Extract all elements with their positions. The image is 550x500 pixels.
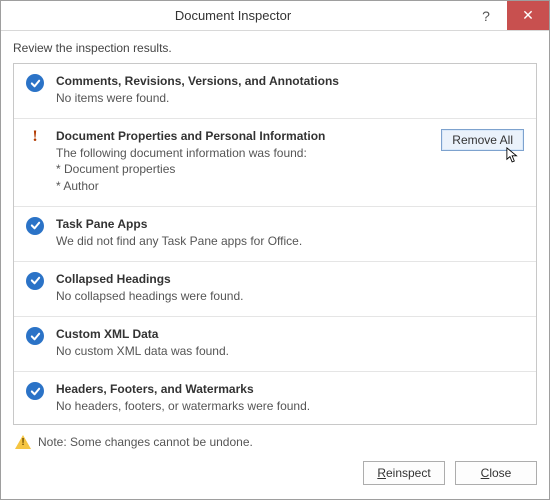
result-section: Task Pane Apps We did not find any Task … xyxy=(14,207,536,262)
checkmark-icon xyxy=(26,272,44,290)
close-icon: ✕ xyxy=(522,7,534,24)
dialog-body: Review the inspection results. Comments,… xyxy=(1,31,549,461)
checkmark-icon xyxy=(26,382,44,400)
dialog-window: Document Inspector ? ✕ Review the inspec… xyxy=(0,0,550,500)
section-title: Headers, Footers, and Watermarks xyxy=(56,382,524,396)
help-icon: ? xyxy=(482,8,490,24)
section-body: We did not find any Task Pane apps for O… xyxy=(56,233,524,249)
status-icon-col xyxy=(26,382,46,414)
result-section: Custom XML Data No custom XML data was f… xyxy=(14,317,536,372)
section-title: Document Properties and Personal Informa… xyxy=(56,129,431,143)
results-scroll-area[interactable]: Comments, Revisions, Versions, and Annot… xyxy=(13,63,537,425)
dialog-buttons: Reinspect Close xyxy=(1,461,549,499)
close-button[interactable]: Close xyxy=(455,461,537,485)
result-section: Comments, Revisions, Versions, and Annot… xyxy=(14,64,536,119)
section-body: No headers, footers, or watermarks were … xyxy=(56,398,524,414)
section-text: Custom XML Data No custom XML data was f… xyxy=(56,327,524,359)
status-icon-col xyxy=(26,217,46,249)
reinspect-button[interactable]: Reinspect xyxy=(363,461,445,485)
close-label: lose xyxy=(489,466,511,480)
status-icon-col: ! xyxy=(26,129,46,194)
warning-triangle-icon: ! xyxy=(15,435,31,449)
footer-note-text: Note: Some changes cannot be undone. xyxy=(38,435,253,449)
section-text: Task Pane Apps We did not find any Task … xyxy=(56,217,524,249)
checkmark-icon xyxy=(26,327,44,345)
section-title: Comments, Revisions, Versions, and Annot… xyxy=(56,74,524,88)
status-icon-col xyxy=(26,327,46,359)
titlebar: Document Inspector ? ✕ xyxy=(1,1,549,31)
result-section: Headers, Footers, and Watermarks No head… xyxy=(14,372,536,425)
checkmark-icon xyxy=(26,74,44,92)
remove-all-button[interactable]: Remove All xyxy=(441,129,524,151)
section-body: The following document information was f… xyxy=(56,145,431,194)
section-text: Collapsed Headings No collapsed headings… xyxy=(56,272,524,304)
section-title: Task Pane Apps xyxy=(56,217,524,231)
section-title: Custom XML Data xyxy=(56,327,524,341)
result-section: Collapsed Headings No collapsed headings… xyxy=(14,262,536,317)
reinspect-label: einspect xyxy=(386,466,431,480)
footer-note: ! Note: Some changes cannot be undone. xyxy=(13,425,537,461)
intro-text: Review the inspection results. xyxy=(13,41,537,55)
section-text: Headers, Footers, and Watermarks No head… xyxy=(56,382,524,414)
warning-icon: ! xyxy=(26,129,44,145)
window-close-button[interactable]: ✕ xyxy=(507,1,549,30)
section-body: No custom XML data was found. xyxy=(56,343,524,359)
checkmark-icon xyxy=(26,217,44,235)
section-text: Comments, Revisions, Versions, and Annot… xyxy=(56,74,524,106)
section-body: No collapsed headings were found. xyxy=(56,288,524,304)
section-body: No items were found. xyxy=(56,90,524,106)
section-title: Collapsed Headings xyxy=(56,272,524,286)
status-icon-col xyxy=(26,272,46,304)
window-title: Document Inspector xyxy=(1,1,465,30)
result-section: ! Document Properties and Personal Infor… xyxy=(14,119,536,207)
status-icon-col xyxy=(26,74,46,106)
section-text: Document Properties and Personal Informa… xyxy=(56,129,431,194)
section-action: Remove All xyxy=(441,129,524,194)
help-button[interactable]: ? xyxy=(465,1,507,30)
